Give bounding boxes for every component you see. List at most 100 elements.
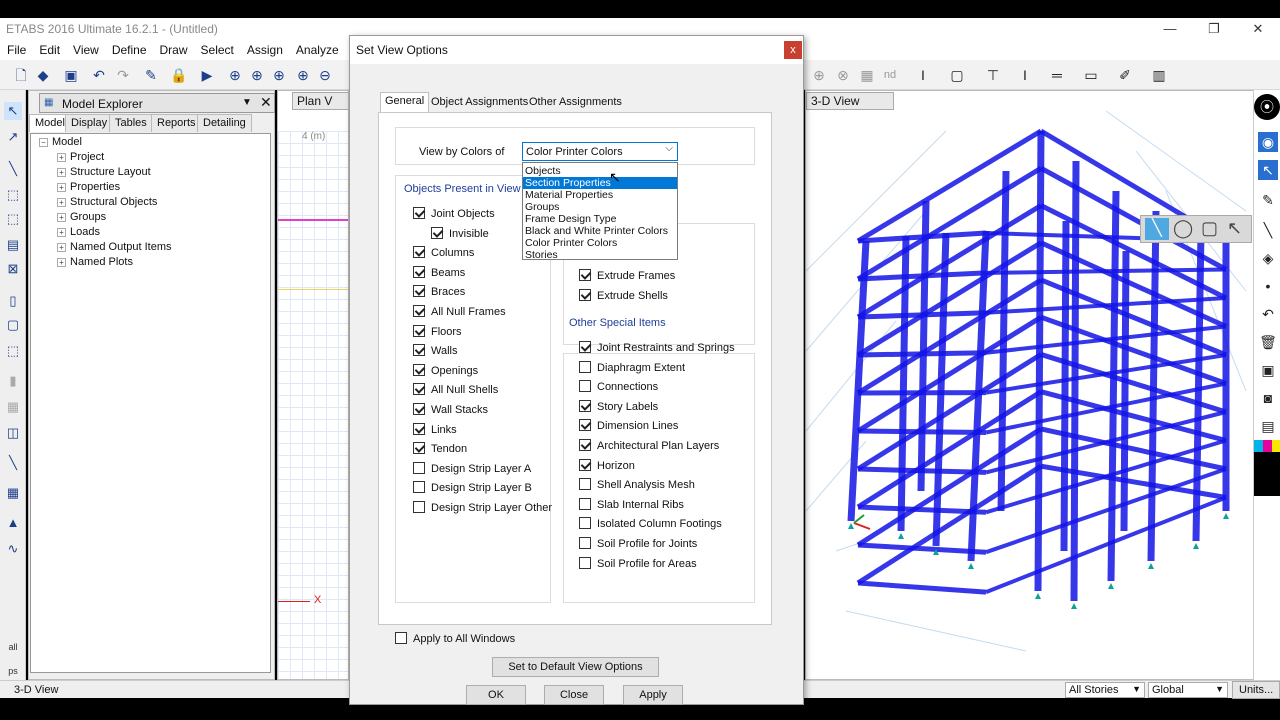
- select-arrow-icon[interactable]: ↖: [1258, 160, 1278, 180]
- dimension-lines-checkbox[interactable]: Dimension Lines: [579, 419, 678, 435]
- 3d-view-window[interactable]: 3-D View ╲ ◯ ▢ ↖: [805, 90, 1255, 680]
- isolated-column-footings-checkbox[interactable]: Isolated Column Footings: [579, 517, 722, 533]
- tab-other-assignments[interactable]: Other Assignments: [525, 94, 626, 112]
- checkbox-box[interactable]: [413, 246, 425, 259]
- expand-icon[interactable]: +: [57, 213, 66, 222]
- plan-view-window[interactable]: Plan V 4 (m) X: [277, 90, 349, 680]
- beam[interactable]: [857, 580, 987, 595]
- undo-icon[interactable]: ↶: [90, 66, 108, 84]
- checkbox-box[interactable]: [579, 537, 591, 549]
- checkbox-box[interactable]: [413, 265, 425, 278]
- color-palette-top[interactable]: [1254, 440, 1280, 452]
- slab-internal-ribs-checkbox[interactable]: Slab Internal Ribs: [579, 497, 684, 514]
- column[interactable]: [897, 235, 910, 532]
- zoom-out-icon[interactable]: ⊖: [316, 66, 334, 84]
- tree-item-groups[interactable]: + Groups: [57, 211, 106, 223]
- openings-checkbox[interactable]: Openings: [413, 363, 478, 380]
- move-icon[interactable]: ⊕: [810, 66, 828, 84]
- draw-beam-icon[interactable]: ⬚: [4, 210, 22, 228]
- checkbox-box[interactable]: [579, 289, 591, 301]
- walls-checkbox[interactable]: Walls: [413, 344, 457, 360]
- draw-brace-icon[interactable]: ▤: [4, 236, 22, 254]
- window-close-button[interactable]: ✕: [1236, 18, 1280, 40]
- highlighter-icon[interactable]: ◈: [1258, 248, 1278, 268]
- joint-objects-checkbox[interactable]: Joint Objects: [413, 207, 495, 223]
- color-palette-black[interactable]: [1254, 452, 1280, 496]
- lock-icon[interactable]: 🔒: [170, 66, 188, 84]
- expand-icon[interactable]: +: [57, 258, 66, 267]
- soil-profile-for-areas-checkbox[interactable]: Soil Profile for Areas: [579, 556, 697, 573]
- set-default-view-options-button[interactable]: Set to Default View Options: [492, 657, 659, 677]
- menu-assign[interactable]: Assign: [240, 40, 289, 57]
- checkbox-box[interactable]: [413, 324, 425, 337]
- column[interactable]: [917, 200, 930, 492]
- text-cursor-icon[interactable]: I: [914, 66, 932, 84]
- view-by-colors-select[interactable]: Color Printer Colors ⌵: [522, 142, 678, 161]
- open-file-icon[interactable]: ◆: [34, 66, 52, 84]
- units-button[interactable]: Units...: [1232, 681, 1280, 699]
- diaphragm-extent-checkbox[interactable]: Diaphragm Extent: [579, 360, 685, 377]
- checkbox-box[interactable]: [395, 632, 407, 644]
- checkbox-box[interactable]: [413, 403, 425, 415]
- tree-item-structure-layout[interactable]: + Structure Layout: [57, 166, 151, 178]
- run-analysis-icon[interactable]: ▶: [198, 66, 216, 84]
- invisible-checkbox[interactable]: Invisible: [431, 226, 489, 243]
- redo-icon[interactable]: ↷: [114, 66, 132, 84]
- plan-view-tab[interactable]: Plan V: [292, 92, 348, 110]
- joint-restraints-and-springs-checkbox[interactable]: Joint Restraints and Springs: [579, 341, 735, 357]
- option-objects[interactable]: Objects: [523, 165, 677, 177]
- tab-tables[interactable]: Tables: [109, 114, 153, 132]
- tab-display[interactable]: Display: [65, 114, 114, 132]
- draw-frame-icon[interactable]: ⬚: [4, 186, 22, 204]
- beams-checkbox[interactable]: Beams: [413, 265, 465, 282]
- pencil-icon[interactable]: ✎: [142, 66, 160, 84]
- checkbox-box[interactable]: [431, 226, 443, 239]
- grid-icon[interactable]: ▦: [858, 66, 876, 84]
- menu-edit[interactable]: Edit: [32, 40, 66, 57]
- beam-icon[interactable]: ⊤: [984, 66, 1002, 84]
- tree-item-structural-objects[interactable]: + Structural Objects: [57, 196, 157, 208]
- all-null-frames-checkbox[interactable]: All Null Frames: [413, 305, 506, 321]
- frame-icon[interactable]: ▭: [1082, 66, 1100, 84]
- draw-dimension-icon[interactable]: ▲: [4, 514, 22, 532]
- braces-checkbox[interactable]: Braces: [413, 285, 465, 301]
- arrow-tool-icon[interactable]: ↖: [1227, 218, 1242, 239]
- checkbox-box[interactable]: [413, 383, 425, 396]
- checkbox-box[interactable]: [413, 305, 425, 317]
- draw-tendon-icon[interactable]: ╲: [4, 454, 22, 472]
- layout-icon[interactable]: ▥: [1150, 66, 1168, 84]
- option-frame-design-type[interactable]: Frame Design Type: [523, 213, 677, 225]
- column[interactable]: [932, 232, 950, 547]
- checkbox-box[interactable]: [413, 442, 425, 455]
- line-tool-icon[interactable]: ╲: [1145, 218, 1169, 240]
- eraser-icon[interactable]: ✎: [1258, 190, 1278, 210]
- draw-x-brace-icon[interactable]: ⊠: [4, 260, 22, 278]
- eye-icon[interactable]: ◉: [1258, 132, 1278, 152]
- select-all-icon[interactable]: all: [4, 638, 22, 656]
- extrude-frames-checkbox[interactable]: Extrude Frames: [579, 269, 675, 285]
- square-tool-icon[interactable]: ▢: [1201, 218, 1218, 239]
- checkbox-box[interactable]: [579, 497, 591, 510]
- menu-define[interactable]: Define: [105, 40, 153, 57]
- select-box-icon[interactable]: ▢: [948, 66, 966, 84]
- shell-analysis-mesh-checkbox[interactable]: Shell Analysis Mesh: [579, 478, 695, 494]
- draw-wall-icon[interactable]: ▮: [4, 372, 22, 390]
- ok-button[interactable]: OK: [466, 685, 526, 705]
- checkbox-box[interactable]: [579, 478, 591, 491]
- draw-floor-icon[interactable]: ▯: [4, 292, 22, 310]
- column-icon[interactable]: I: [1016, 66, 1034, 84]
- expand-icon[interactable]: +: [57, 198, 66, 207]
- nd-icon[interactable]: nd: [882, 66, 898, 84]
- expand-icon[interactable]: +: [57, 153, 66, 162]
- column[interactable]: [1070, 160, 1080, 602]
- collapse-icon[interactable]: −: [39, 138, 48, 147]
- camera-icon[interactable]: ◙: [1258, 388, 1278, 408]
- expand-icon[interactable]: +: [57, 168, 66, 177]
- restore-button[interactable]: ❐: [1192, 18, 1236, 40]
- apply-button[interactable]: Apply: [623, 685, 683, 705]
- checkbox-box[interactable]: [579, 269, 591, 281]
- coord-system-select[interactable]: Global ▼: [1148, 682, 1228, 698]
- zoom-window-icon[interactable]: ⊕: [226, 66, 244, 84]
- 3d-structure-model[interactable]: [806, 91, 1255, 680]
- menu-draw[interactable]: Draw: [153, 40, 194, 57]
